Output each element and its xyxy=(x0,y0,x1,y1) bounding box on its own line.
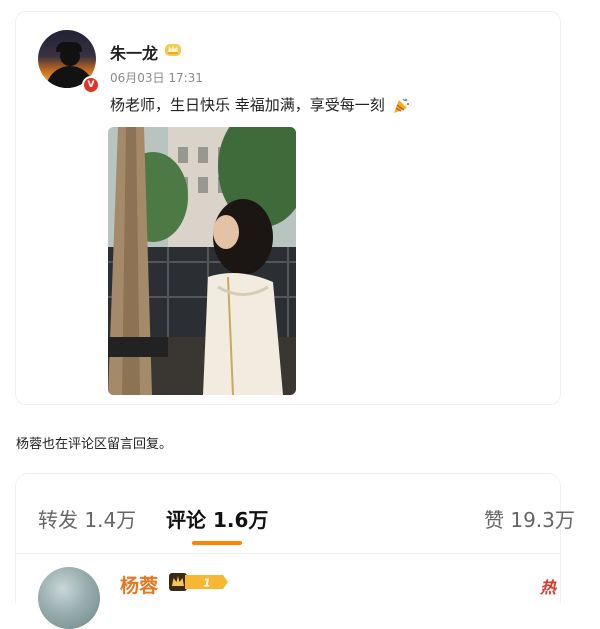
vip-level: 1 xyxy=(203,577,211,590)
crown-badge-icon xyxy=(165,44,181,56)
weibo-post-card: V 朱一龙 06月03日 17:31 杨老师，生日快乐 幸福加满，享受每一刻 xyxy=(16,12,560,404)
avatar-silhouette-cap xyxy=(56,42,82,52)
post-photo-illustration xyxy=(108,127,296,395)
active-tab-indicator xyxy=(192,541,242,545)
party-popper-icon xyxy=(393,98,409,113)
commenter-name[interactable]: 杨蓉 xyxy=(120,571,158,598)
hot-label: 热 xyxy=(540,578,557,597)
tab-comment[interactable]: 评论 1.6万 xyxy=(166,504,268,533)
vip-badge-icon: 1 xyxy=(169,573,228,591)
article-caption: 杨蓉也在评论区留言回复。 xyxy=(16,437,173,452)
tab-repost[interactable]: 转发 1.4万 xyxy=(38,504,136,533)
post-text-content: 杨老师，生日快乐 幸福加满，享受每一刻 xyxy=(110,96,385,114)
commenter-avatar[interactable] xyxy=(38,567,100,629)
verified-icon: V xyxy=(82,76,100,94)
post-photo[interactable] xyxy=(108,127,296,395)
post-timestamp: 06月03日 17:31 xyxy=(110,71,203,85)
tab-like[interactable]: 赞 19.3万 xyxy=(484,504,575,533)
author-name[interactable]: 朱一龙 xyxy=(110,40,158,64)
stats-card: 转发 1.4万 评论 1.6万 赞 19.3万 杨蓉 1 热 xyxy=(16,474,575,629)
tabs-divider xyxy=(16,553,560,554)
post-text: 杨老师，生日快乐 幸福加满，享受每一刻 xyxy=(110,94,410,115)
